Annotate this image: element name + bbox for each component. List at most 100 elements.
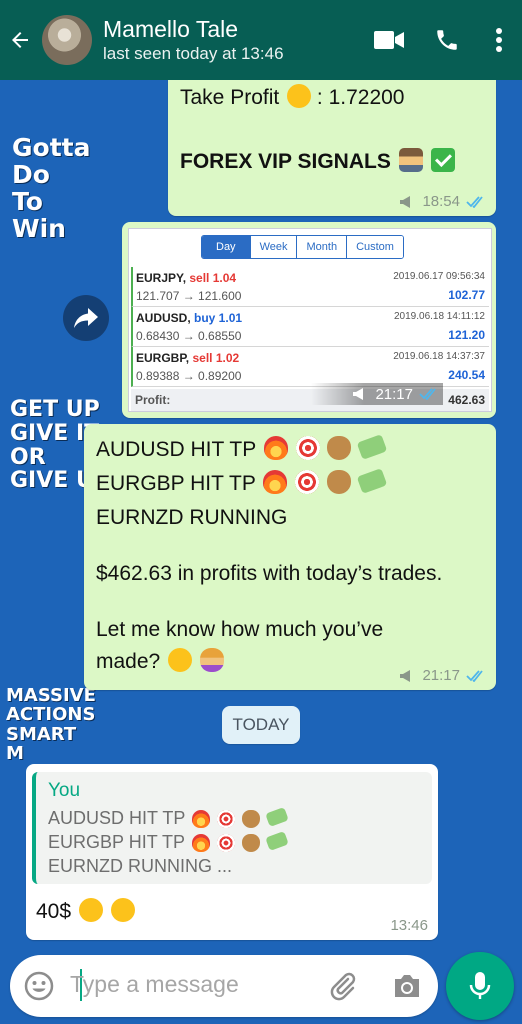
money-wings-icon: [265, 807, 289, 827]
money-wings-icon: [356, 434, 388, 460]
trade-row: EURJPY, sell 1.04 121.707 → 121.600 2019…: [131, 267, 489, 307]
emoji-button[interactable]: [22, 969, 56, 1003]
wallpaper-line: M: [6, 743, 24, 765]
date-divider: TODAY: [222, 706, 300, 744]
trade-history-screenshot[interactable]: Day Week Month Custom EURJPY, sell 1.04 …: [128, 228, 492, 412]
trade-prices: 121.707 → 121.600: [136, 289, 242, 303]
money-wings-icon: [264, 831, 289, 851]
video-call-button[interactable]: [360, 0, 418, 80]
read-ticks-icon: [466, 669, 483, 682]
arrow-left-icon: [12, 32, 28, 48]
trade-row: AUDUSD, buy 1.01 0.68430 → 0.68550 2019.…: [131, 307, 489, 347]
money-bag-icon: [327, 470, 352, 494]
message-line: FOREX VIP SIGNALS: [180, 150, 391, 173]
fire-icon: [191, 834, 210, 852]
trade-row: EURGBP, sell 1.02 0.89388 → 0.89200 2019…: [131, 347, 489, 387]
trade-datetime: 2019.06.18 14:11:12: [393, 311, 485, 322]
quote-line-row: EURGBP HIT TP: [48, 830, 289, 854]
trade-pair: EURJPY,: [136, 271, 187, 285]
microphone-icon: [469, 972, 491, 999]
wallpaper-line: Gotta: [12, 133, 91, 162]
camera-icon: [395, 975, 419, 997]
wallpaper-line: ACTIONS: [6, 704, 96, 726]
trade-datetime: 2019.06.18 14:37:37: [393, 351, 485, 362]
message-line: Take Profit: [180, 86, 280, 109]
trade-prices: 0.89388 → 0.89200: [136, 369, 242, 383]
message-composer: Type a message: [10, 955, 438, 1017]
trade-side: buy 1.01: [194, 311, 243, 325]
check-mark-icon: [430, 148, 455, 172]
direct-hit-icon: [217, 810, 236, 828]
trade-symbol: EURJPY, sell 1.04: [136, 271, 236, 285]
tab-month: Month: [297, 236, 348, 258]
contact-name: Mamello Tale: [103, 16, 239, 42]
tab-week: Week: [250, 236, 298, 258]
money-bag-icon: [327, 436, 352, 460]
wallpaper-text-gotta-do: Gotta Do To Win: [12, 134, 90, 242]
trade-pair: EURGBP,: [136, 351, 190, 365]
trade-side: sell 1.04: [189, 271, 237, 285]
message-line-row: Let me know how much you’ve: [96, 614, 383, 646]
message-line-row: $462.63 in profits with today’s trades.: [96, 558, 442, 590]
message-line: Let me know how much you’ve: [96, 618, 384, 641]
read-ticks-icon: [419, 388, 436, 400]
trade-profit: 121.20: [448, 328, 485, 342]
broadcast-icon: [353, 388, 364, 400]
grinning-squinting-face-icon: [110, 898, 135, 922]
message-bubble-outgoing[interactable]: Take Profit : 1.72200 FOREX VIP SIGNALS …: [168, 78, 496, 216]
attach-button[interactable]: [326, 969, 360, 1003]
direct-hit-icon: [216, 834, 235, 852]
trade-profit: 240.54: [448, 368, 485, 382]
more-options-button[interactable]: [476, 0, 522, 80]
message-input[interactable]: Type a message: [70, 971, 239, 998]
quote-line: EURNZD RUNNING ...: [48, 856, 232, 876]
message-time: 13:46: [390, 917, 428, 934]
wallpaper-line: Win: [12, 214, 66, 243]
quote-line-row: EURNZD RUNNING ...: [48, 854, 232, 878]
message-meta: 21:17: [398, 667, 486, 684]
quote-line: EURGBP HIT TP: [48, 832, 185, 852]
wallpaper-line: GET UP: [10, 397, 100, 422]
forward-button[interactable]: [63, 295, 109, 341]
fire-icon: [263, 470, 288, 494]
profit-total: 462.63: [448, 393, 485, 407]
quote-line: AUDUSD HIT TP: [48, 808, 186, 828]
money-mouth-face-icon: [168, 648, 193, 672]
message-bubble-outgoing[interactable]: AUDUSD HIT TP EURGBP HIT TP EURNZD RUNNI…: [84, 424, 496, 690]
trade-datetime: 2019.06.17 09:56:34: [393, 271, 485, 282]
message-line: AUDUSD HIT TP: [96, 438, 256, 461]
video-call-icon: [374, 31, 404, 49]
tab-day: Day: [202, 236, 251, 258]
message-time: 18:54: [422, 193, 460, 210]
read-ticks-icon: [466, 195, 483, 208]
message-line: 40$: [36, 900, 72, 923]
quote-line-row: AUDUSD HIT TP: [48, 806, 289, 830]
message-line: : 1.72200: [316, 86, 405, 109]
message-meta: 21:17: [311, 383, 443, 405]
avatar[interactable]: [42, 15, 92, 65]
message-meta: 13:46: [390, 917, 428, 934]
reply-quote[interactable]: You AUDUSD HIT TP EURGBP HIT TP EURNZD R…: [32, 772, 432, 884]
message-text: 40$: [36, 896, 135, 928]
voice-call-button[interactable]: [418, 0, 476, 80]
trade-profit: 102.77: [448, 288, 485, 302]
money-bag-icon: [241, 834, 260, 852]
message-line: EURGBP HIT TP: [96, 472, 256, 495]
teacher-icon: [398, 148, 423, 172]
back-button[interactable]: [0, 0, 40, 80]
contact-info[interactable]: Mamello Tale last seen today at 13:46: [103, 15, 360, 65]
message-line: $462.63 in profits with today’s trades.: [96, 562, 443, 585]
camera-button[interactable]: [390, 969, 424, 1003]
chat-header: Mamello Tale last seen today at 13:46: [0, 0, 522, 80]
money-bag-icon: [242, 810, 261, 828]
hugging-face-icon: [287, 84, 312, 108]
trade-side: sell 1.02: [192, 351, 240, 365]
voice-record-button[interactable]: [446, 952, 514, 1020]
message-line-row: EURGBP HIT TP: [96, 468, 388, 500]
paperclip-icon: [330, 972, 356, 1001]
wallpaper-line: MASSIVE: [6, 685, 96, 706]
broadcast-icon: [400, 669, 411, 682]
period-tabs: Day Week Month Custom: [201, 235, 404, 259]
profit-label: Profit:: [135, 393, 171, 407]
message-line-row: made?: [96, 646, 224, 678]
